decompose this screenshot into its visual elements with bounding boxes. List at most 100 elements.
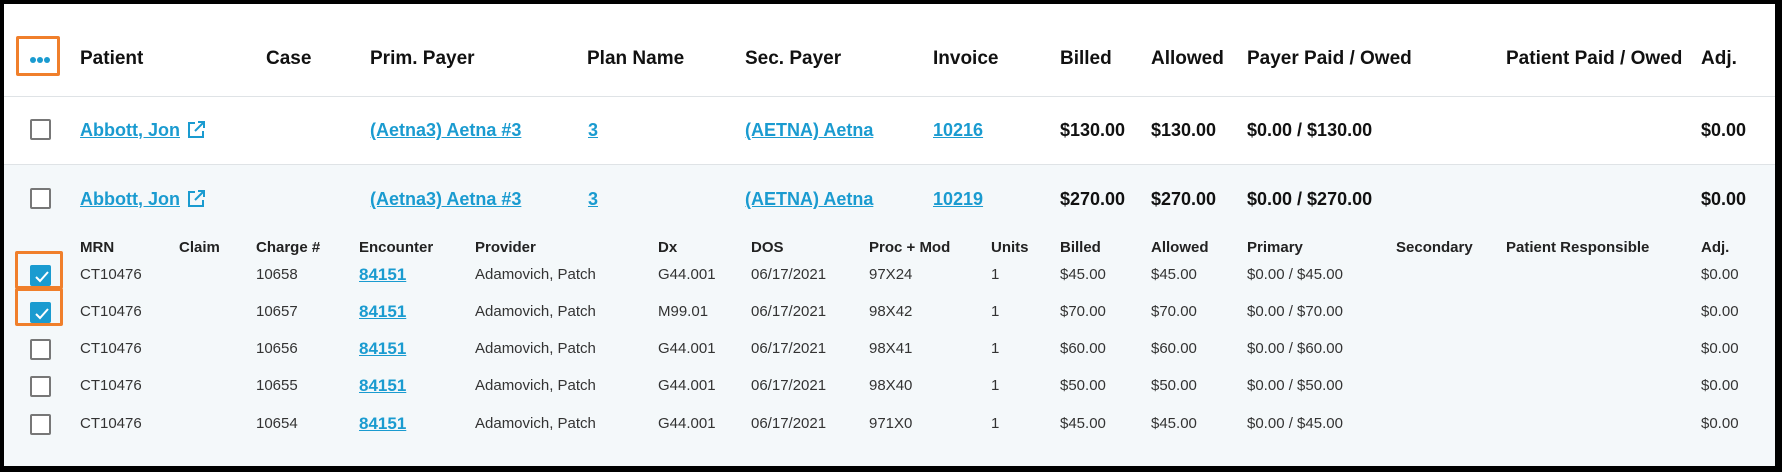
detail-proc: 971X0 (869, 415, 913, 432)
row-checkbox[interactable] (30, 188, 51, 209)
col-adj[interactable]: Adj. (1701, 48, 1737, 70)
detail-allowed: $60.00 (1151, 340, 1197, 357)
detail-primary: $0.00 / $50.00 (1247, 377, 1343, 394)
detail-col-dos: DOS (751, 239, 784, 256)
divider (4, 164, 1775, 165)
detail-proc: 98X40 (869, 377, 913, 394)
detail-charge: 10655 (256, 377, 298, 394)
detail-units: 1 (991, 415, 1000, 432)
prim-payer-link[interactable]: (Aetna3) Aetna #3 (370, 120, 521, 141)
detail-billed: $70.00 (1060, 303, 1106, 320)
detail-charge: 10658 (256, 266, 298, 283)
detail-mrn: CT10476 (80, 303, 142, 320)
plan-link[interactable]: 3 (588, 189, 598, 210)
sec-payer-link[interactable]: (AETNA) Aetna (745, 120, 873, 141)
encounter-link[interactable]: 84151 (359, 302, 406, 322)
detail-billed: $50.00 (1060, 377, 1106, 394)
prim-payer-link[interactable]: (Aetna3) Aetna #3 (370, 189, 521, 210)
charge-checkbox[interactable] (30, 414, 51, 435)
allowed-value: $270.00 (1151, 189, 1217, 209)
detail-col-billed: Billed (1060, 239, 1101, 256)
charge-checkbox[interactable] (30, 339, 51, 360)
col-payer-paid[interactable]: Payer Paid / Owed (1247, 48, 1412, 70)
encounter-link[interactable]: 84151 (359, 376, 406, 396)
detail-dx: M99.01 (658, 303, 709, 320)
encounter-link[interactable]: 84151 (359, 339, 406, 359)
detail-mrn: CT10476 (80, 415, 142, 432)
detail-allowed: $50.00 (1151, 377, 1197, 394)
detail-col-provider: Provider (475, 239, 536, 256)
detail-col-primary: Primary (1247, 239, 1303, 256)
col-patient[interactable]: Patient (80, 48, 143, 70)
detail-adj: $0.00 (1701, 303, 1739, 320)
highlight-box-checkbox (15, 251, 63, 289)
detail-dos: 06/17/2021 (751, 377, 827, 394)
col-sec-payer[interactable]: Sec. Payer (745, 48, 841, 70)
detail-col-encounter: Encounter (359, 239, 434, 256)
col-plan-name[interactable]: Plan Name (587, 48, 684, 70)
patient-link[interactable]: Abbott, Jon (80, 189, 180, 210)
invoice-link[interactable]: 10216 (933, 120, 983, 141)
billed-value: $270.00 (1060, 189, 1126, 209)
detail-provider: Adamovich, Patch (475, 340, 596, 357)
detail-allowed: $45.00 (1151, 266, 1197, 283)
detail-col-secondary: Secondary (1396, 239, 1473, 256)
detail-charge: 10656 (256, 340, 298, 357)
col-case[interactable]: Case (266, 48, 311, 70)
billing-table: Patient Case Prim. Payer Plan Name Sec. … (4, 4, 1775, 466)
detail-dos: 06/17/2021 (751, 340, 827, 357)
col-invoice[interactable]: Invoice (933, 48, 998, 70)
encounter-link[interactable]: 84151 (359, 265, 406, 285)
detail-charge: 10654 (256, 415, 298, 432)
detail-adj: $0.00 (1701, 266, 1739, 283)
detail-billed: $45.00 (1060, 415, 1106, 432)
detail-col-patient-resp: Patient Responsible (1506, 239, 1650, 256)
detail-charge: 10657 (256, 303, 298, 320)
detail-allowed: $70.00 (1151, 303, 1197, 320)
detail-dos: 06/17/2021 (751, 303, 827, 320)
external-link-icon[interactable] (186, 120, 206, 145)
highlight-box-menu (16, 36, 60, 76)
detail-primary: $0.00 / $60.00 (1247, 340, 1343, 357)
detail-col-dx: Dx (658, 239, 678, 256)
plan-link[interactable]: 3 (588, 120, 598, 141)
detail-col-claim: Claim (179, 239, 220, 256)
detail-billed: $60.00 (1060, 340, 1106, 357)
col-patient-paid[interactable]: Patient Paid / Owed (1506, 48, 1682, 70)
detail-dx: G44.001 (658, 266, 716, 283)
allowed-value: $130.00 (1151, 120, 1217, 140)
detail-primary: $0.00 / $45.00 (1247, 415, 1343, 432)
col-allowed[interactable]: Allowed (1151, 48, 1224, 70)
detail-adj: $0.00 (1701, 415, 1739, 432)
charge-checkbox[interactable] (30, 376, 51, 397)
detail-allowed: $45.00 (1151, 415, 1197, 432)
detail-provider: Adamovich, Patch (475, 415, 596, 432)
detail-dos: 06/17/2021 (751, 415, 827, 432)
detail-proc: 98X41 (869, 340, 913, 357)
detail-provider: Adamovich, Patch (475, 377, 596, 394)
external-link-icon[interactable] (186, 189, 206, 214)
detail-dx: G44.001 (658, 377, 716, 394)
highlight-box-checkbox (15, 288, 63, 326)
detail-mrn: CT10476 (80, 340, 142, 357)
detail-units: 1 (991, 303, 1000, 320)
adj-value: $0.00 (1701, 120, 1747, 140)
invoice-link[interactable]: 10219 (933, 189, 983, 210)
sec-payer-link[interactable]: (AETNA) Aetna (745, 189, 873, 210)
patient-link[interactable]: Abbott, Jon (80, 120, 180, 141)
detail-col-mrn: MRN (80, 239, 115, 256)
detail-primary: $0.00 / $45.00 (1247, 266, 1343, 283)
detail-billed: $45.00 (1060, 266, 1106, 283)
row-checkbox[interactable] (30, 119, 51, 140)
col-prim-payer[interactable]: Prim. Payer (370, 48, 475, 70)
detail-mrn: CT10476 (80, 377, 142, 394)
detail-units: 1 (991, 377, 1000, 394)
col-billed[interactable]: Billed (1060, 48, 1112, 70)
detail-primary: $0.00 / $70.00 (1247, 303, 1343, 320)
encounter-link[interactable]: 84151 (359, 414, 406, 434)
detail-proc: 97X24 (869, 266, 913, 283)
detail-dos: 06/17/2021 (751, 266, 827, 283)
detail-units: 1 (991, 266, 1000, 283)
detail-provider: Adamovich, Patch (475, 303, 596, 320)
payer-paid-value: $0.00 / $130.00 (1247, 120, 1373, 140)
